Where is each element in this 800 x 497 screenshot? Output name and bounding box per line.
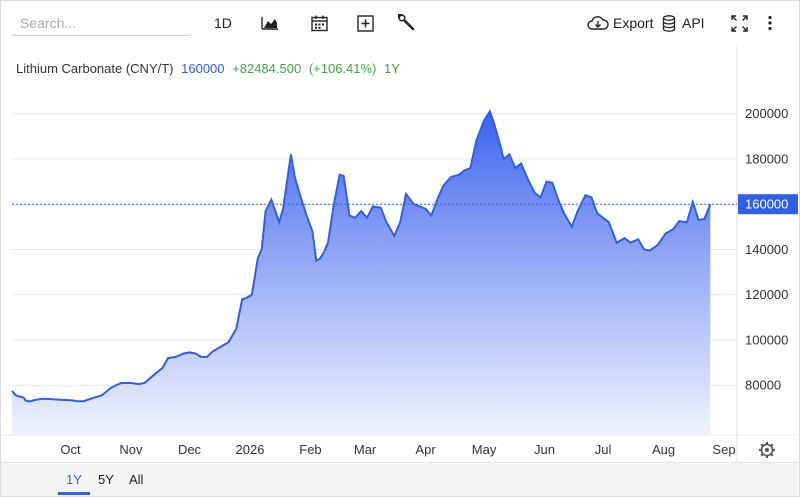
x-tick-label: Apr bbox=[415, 442, 436, 457]
range-button-all[interactable]: All bbox=[129, 472, 143, 487]
last-value-label: 160000 bbox=[738, 194, 798, 215]
x-tick-label: Oct bbox=[60, 442, 81, 457]
x-tick-label: Jul bbox=[595, 442, 612, 457]
range-button-5y[interactable]: 5Y bbox=[98, 472, 114, 487]
y-tick-label: 140000 bbox=[745, 242, 788, 257]
settings-gear-hub bbox=[765, 448, 769, 452]
y-tick-label: 100000 bbox=[745, 332, 788, 347]
x-tick-label: Nov bbox=[119, 442, 143, 457]
x-tick-label: Mar bbox=[354, 442, 377, 457]
y-axis: 80000 100000 120000 140000 160000 180000 20000… bbox=[745, 106, 788, 393]
x-tick-label: Sep bbox=[712, 442, 735, 457]
range-button-1y[interactable]: 1Y bbox=[66, 472, 82, 487]
price-area-chart[interactable]: 80000 100000 120000 140000 160000 180000 20000… bbox=[0, 0, 800, 497]
x-axis: Oct Nov Dec 2026 Feb Mar Apr May Jun Jul Aug Sep bbox=[60, 442, 735, 457]
x-tick-label: Feb bbox=[299, 442, 321, 457]
x-tick-label: Aug bbox=[652, 442, 675, 457]
x-tick-label: 2026 bbox=[236, 442, 265, 457]
x-tick-label: May bbox=[472, 442, 497, 457]
settings-button[interactable] bbox=[759, 442, 775, 458]
y-tick-label: 80000 bbox=[745, 378, 781, 393]
last-value-label-text: 160000 bbox=[745, 197, 788, 212]
x-tick-label: Dec bbox=[178, 442, 202, 457]
series-area bbox=[12, 111, 711, 436]
active-range-indicator bbox=[58, 492, 90, 495]
y-tick-label: 120000 bbox=[745, 287, 788, 302]
range-selector-bar: 1Y 5Y All bbox=[1, 462, 798, 496]
y-tick-label: 180000 bbox=[745, 151, 788, 166]
x-tick-label: Jun bbox=[534, 442, 555, 457]
y-tick-label: 200000 bbox=[745, 106, 788, 121]
